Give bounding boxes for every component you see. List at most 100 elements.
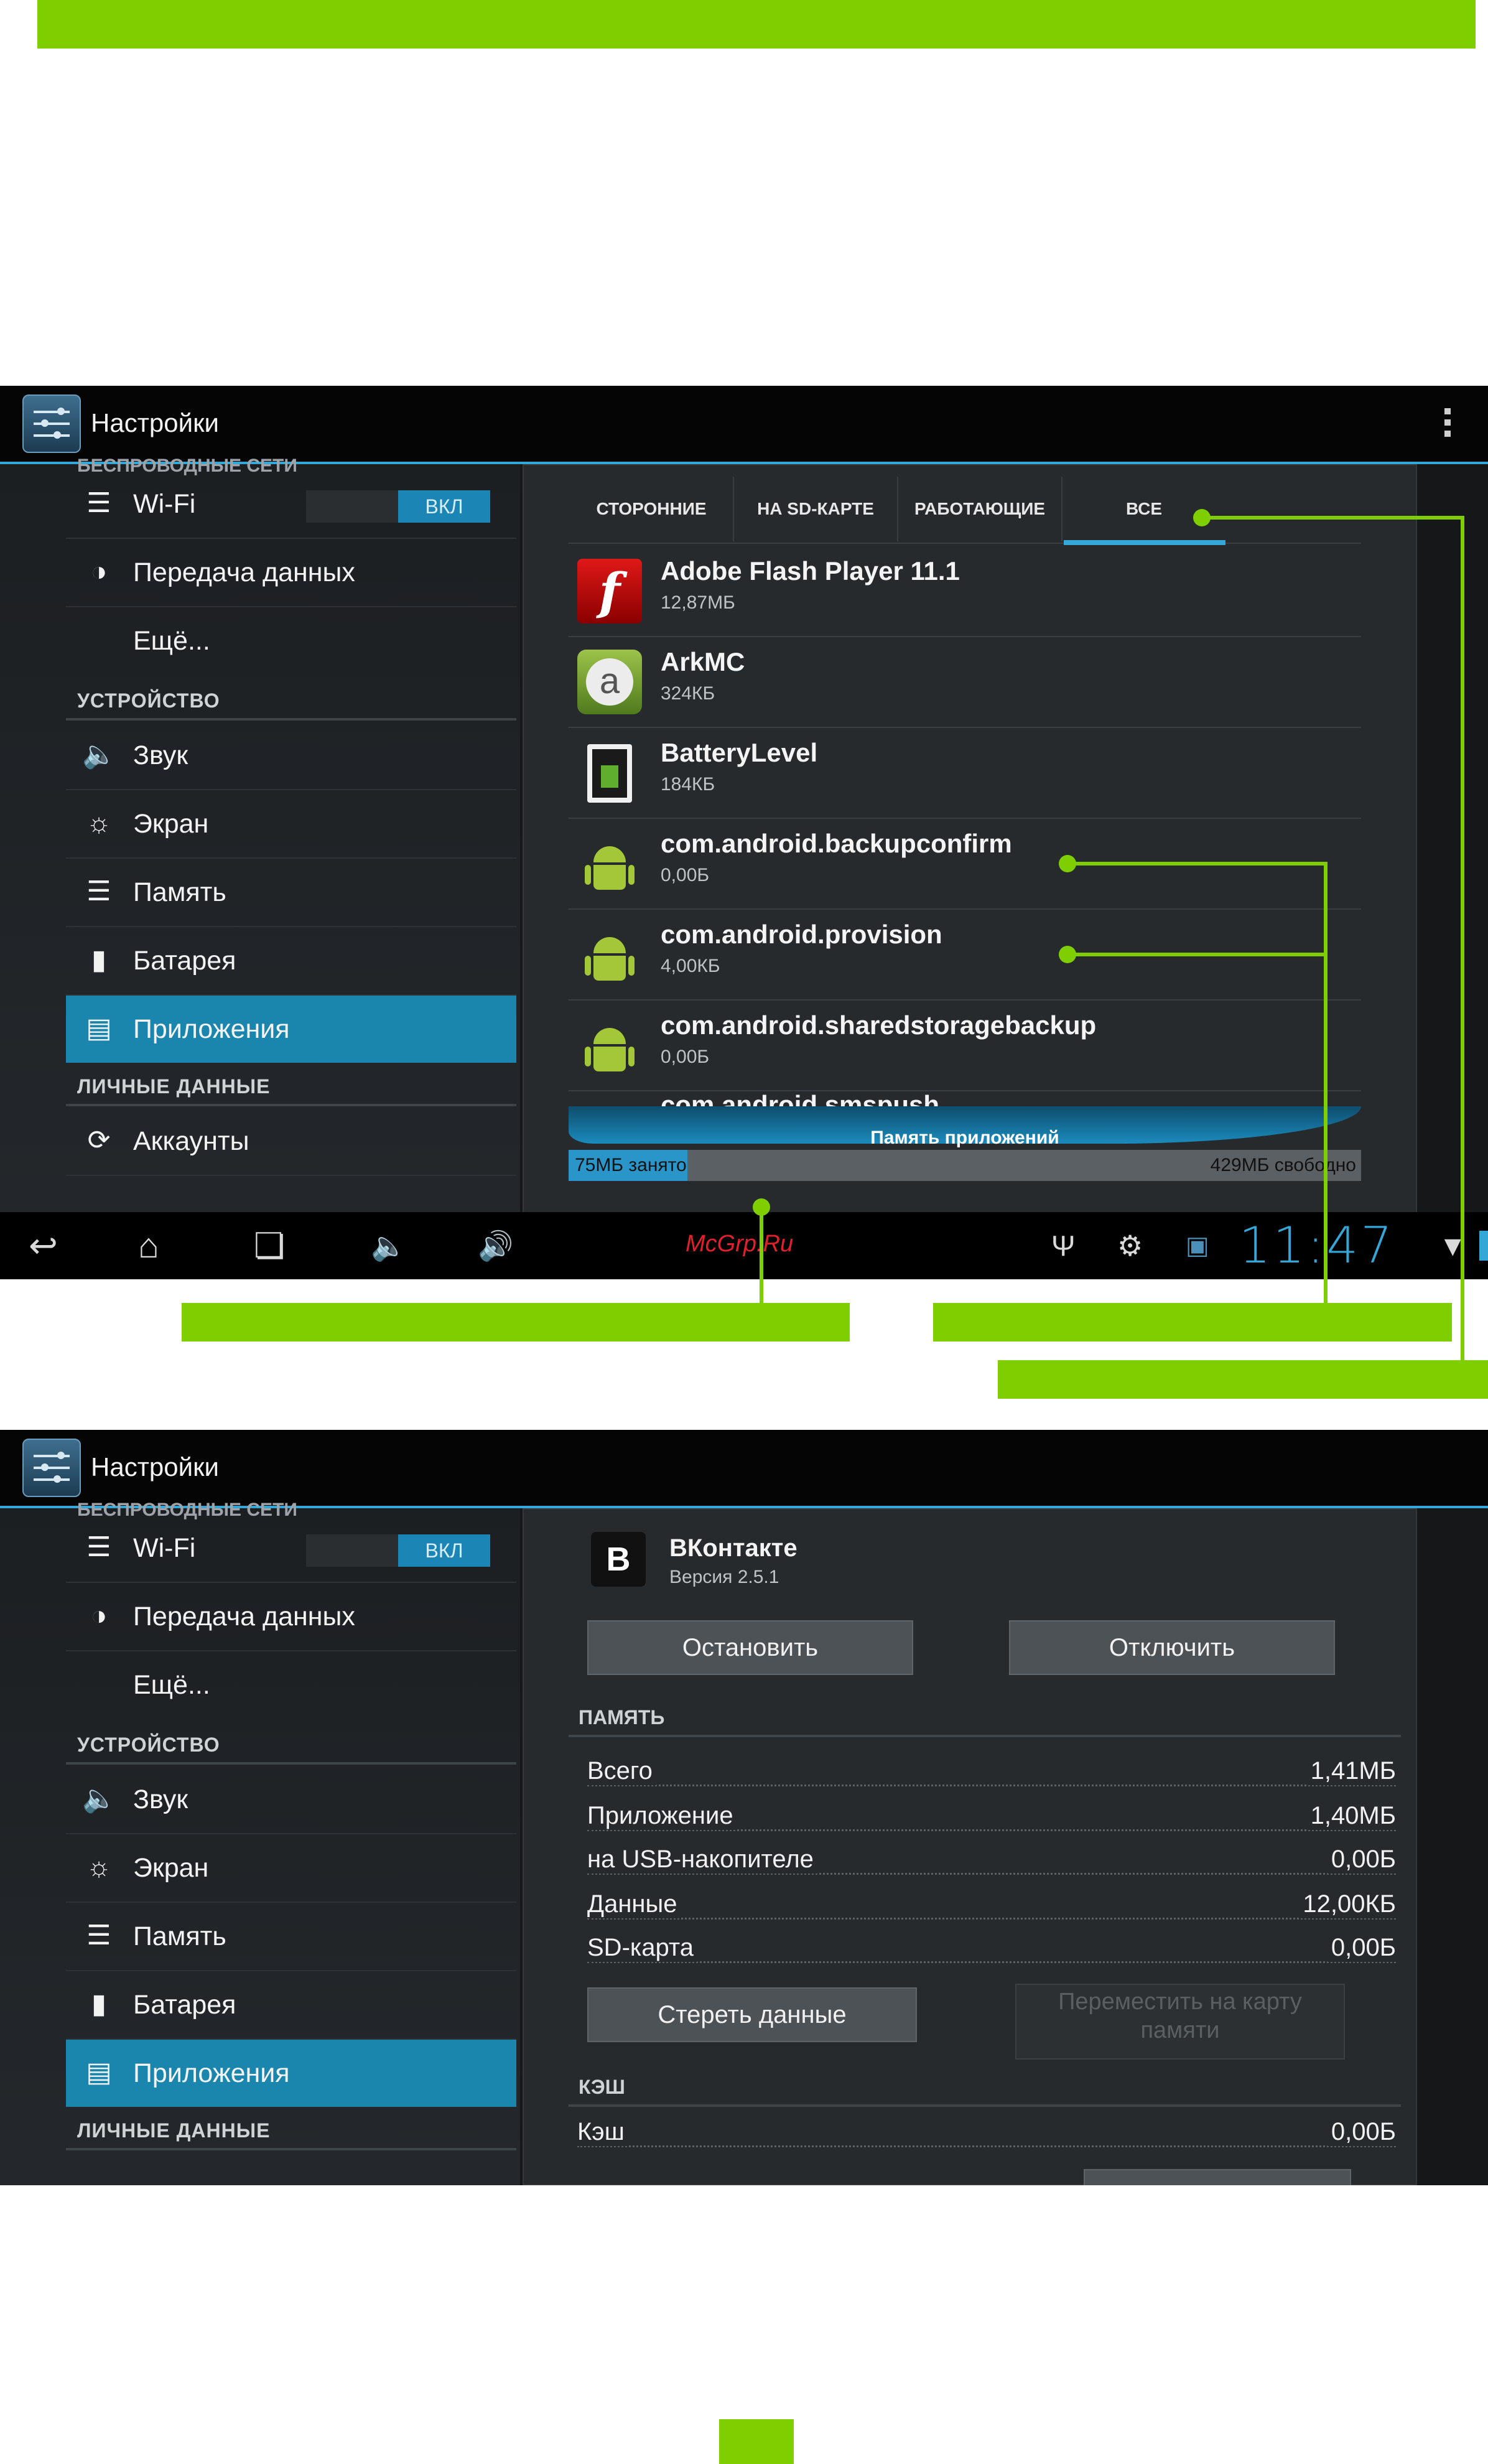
storage-used-text: 75МБ занято — [575, 1155, 687, 1175]
app-info-panel: B ВКонтакте Версия 2.5.1 Остановить Откл… — [523, 1508, 1417, 2185]
action-bar: Настройки — [0, 1430, 1488, 1508]
force-stop-button[interactable]: Остановить — [587, 1620, 913, 1675]
wifi-icon: ☰ — [86, 488, 111, 518]
sidebar-item-display[interactable]: ☼ Экран — [66, 1834, 516, 1903]
callout-line — [1067, 953, 1328, 956]
storage-bar: 75МБ занято 429МБ свободно — [569, 1150, 1361, 1181]
memory-row-data: Данные 12,00КБ — [587, 1890, 1396, 1928]
system-nav-bar: ↩ ⌂ ❏ 🔈 🔊 McGrp.Ru Ψ ⚙ ▣ 11:47 ▼ — [0, 1212, 1488, 1279]
sidebar-item-apps[interactable]: ▤ Приложения — [66, 2040, 516, 2107]
memory-row-total: Всего 1,41МБ — [587, 1757, 1396, 1794]
overflow-menu-icon[interactable] — [1444, 408, 1451, 442]
app-row-sharedstoragebackup[interactable]: com.android.sharedstoragebackup 0,00Б — [569, 999, 1361, 1091]
label-bar-storage — [182, 1303, 850, 1342]
sidebar-item-wifi[interactable]: ☰ Wi-Fi ВКЛ — [66, 1514, 516, 1583]
settings-icon[interactable] — [22, 394, 81, 453]
battery-icon: ▮ — [91, 945, 107, 975]
watermark: McGrp.Ru — [686, 1231, 794, 1257]
image-icon: ▣ — [1186, 1232, 1209, 1259]
app-row-flash[interactable]: f Adobe Flash Player 11.1 12,87МБ — [569, 545, 1361, 637]
sidebar-item-battery[interactable]: ▮ Батарея — [66, 927, 516, 996]
callout-line — [1067, 862, 1328, 866]
tab-indicator — [1064, 540, 1225, 545]
sidebar-item-label: Wi-Fi — [133, 489, 196, 519]
sidebar-item-display[interactable]: ☼ Экран — [66, 790, 516, 859]
sidebar-item-wifi[interactable]: ☰ Wi-Fi ВКЛ — [66, 470, 516, 539]
label-bar-system-apps — [933, 1303, 1452, 1342]
memory-row-sd: SD-карта 0,00Б — [587, 1934, 1396, 1971]
sidebar-item-storage[interactable]: ☰ Память — [66, 859, 516, 927]
brightness-icon: ☼ — [86, 808, 112, 838]
section-personal: ЛИЧНЫЕ ДАННЫЕ — [77, 2119, 271, 2142]
section-device: УСТРОЙСТВО — [77, 689, 220, 712]
app-row-arkmc[interactable]: a ArkMC 324КБ — [569, 636, 1361, 728]
page-number-marker — [719, 2419, 794, 2464]
wifi-toggle[interactable]: ВКЛ — [306, 490, 490, 523]
battery-icon: ▮ — [91, 1989, 107, 2019]
sidebar-item-apps[interactable]: ▤ Приложения — [66, 996, 516, 1063]
usb-icon: Ψ — [1051, 1230, 1076, 1262]
arkmc-icon: a — [577, 650, 642, 714]
sidebar-item-battery[interactable]: ▮ Батарея — [66, 1971, 516, 2040]
app-title: Настройки — [91, 408, 219, 437]
tab-downloaded[interactable]: СТОРОННИЕ — [570, 477, 734, 541]
section-device: УСТРОЙСТВО — [77, 1734, 220, 1756]
settings-icon[interactable] — [22, 1439, 81, 1497]
apps-panel: СТОРОННИЕ НА SD-КАРТЕ РАБОТАЮЩИЕ ВСЕ f A… — [523, 464, 1417, 1279]
speaker-icon: 🔈 — [82, 1783, 116, 1814]
data-usage-icon: ◑ — [90, 1600, 108, 1631]
action-bar: Настройки — [0, 386, 1488, 464]
storage-label: Память приложений — [870, 1127, 1059, 1148]
storage-free-text: 429МБ свободно — [1210, 1155, 1356, 1175]
sidebar-item-more[interactable]: Ещё... — [66, 1651, 516, 1719]
sidebar-item-storage[interactable]: ☰ Память — [66, 1903, 516, 1971]
callout-line — [1324, 862, 1328, 1304]
android-icon — [577, 922, 642, 987]
cache-row: Кэш 0,00Б — [577, 2118, 1396, 2155]
tab-divider — [569, 543, 1361, 544]
wifi-toggle[interactable]: ВКЛ — [306, 1534, 490, 1567]
sidebar-item-sound[interactable]: 🔈 Звук — [66, 1766, 516, 1834]
data-usage-icon: ◑ — [90, 556, 108, 587]
debug-icon: ⚙ — [1117, 1230, 1143, 1262]
section-divider — [66, 1104, 516, 1106]
brightness-icon: ☼ — [86, 1852, 112, 1882]
app-row-batterylevel[interactable]: BatteryLevel 184КБ — [569, 727, 1361, 819]
section-divider — [66, 718, 516, 721]
vk-app-icon: B — [591, 1532, 646, 1587]
app-version: Версия 2.5.1 — [669, 1567, 779, 1587]
android-icon — [577, 831, 642, 896]
volume-up-icon[interactable]: 🔊 — [478, 1212, 513, 1279]
memory-section: ПАМЯТЬ — [579, 1706, 665, 1729]
sidebar-item-more[interactable]: Ещё... — [66, 607, 516, 674]
sidebar-item-sound[interactable]: 🔈 Звук — [66, 722, 516, 790]
move-to-sd-button[interactable]: Переместить на карту памяти — [1015, 1984, 1345, 2060]
memory-row-usb: на USB-накопителе 0,00Б — [587, 1846, 1396, 1883]
section-divider — [569, 1735, 1401, 1737]
section-personal: ЛИЧНЫЕ ДАННЫЕ — [77, 1075, 271, 1098]
section-divider — [66, 1762, 516, 1765]
home-icon[interactable]: ⌂ — [138, 1212, 159, 1279]
callout-line — [760, 1207, 763, 1304]
clear-cache-button[interactable] — [1084, 2169, 1351, 2185]
sidebar-item-data-usage[interactable]: ◑ Передача данных — [66, 1583, 516, 1651]
label-bar-all-tab — [998, 1360, 1488, 1399]
settings-sidebar: БЕСПРОВОДНЫЕ СЕТИ ☰ Wi-Fi ВКЛ ◑ Передача… — [0, 455, 520, 1279]
sidebar-item-accounts[interactable]: ⟳ Аккаунты — [66, 1108, 516, 1176]
memory-row-app: Приложение 1,40МБ — [587, 1802, 1396, 1839]
recent-apps-icon[interactable]: ❏ — [254, 1212, 285, 1279]
disable-button[interactable]: Отключить — [1009, 1620, 1335, 1675]
back-icon[interactable]: ↩ — [29, 1212, 58, 1279]
header-band — [37, 0, 1476, 49]
tab-running[interactable]: РАБОТАЮЩИЕ — [898, 477, 1063, 541]
volume-down-icon[interactable]: 🔈 — [371, 1212, 406, 1279]
apps-icon: ▤ — [86, 2057, 112, 2088]
app-title: Настройки — [91, 1452, 219, 1482]
flash-player-icon: f — [577, 559, 642, 623]
speaker-icon: 🔈 — [82, 739, 116, 770]
tab-sd-card[interactable]: НА SD-КАРТЕ — [734, 477, 898, 541]
sidebar-item-data-usage[interactable]: ◑ Передача данных — [66, 539, 516, 607]
section-divider — [66, 2148, 516, 2150]
clear-data-button[interactable]: Стереть данные — [587, 1987, 917, 2042]
battery-level-icon — [577, 740, 642, 805]
